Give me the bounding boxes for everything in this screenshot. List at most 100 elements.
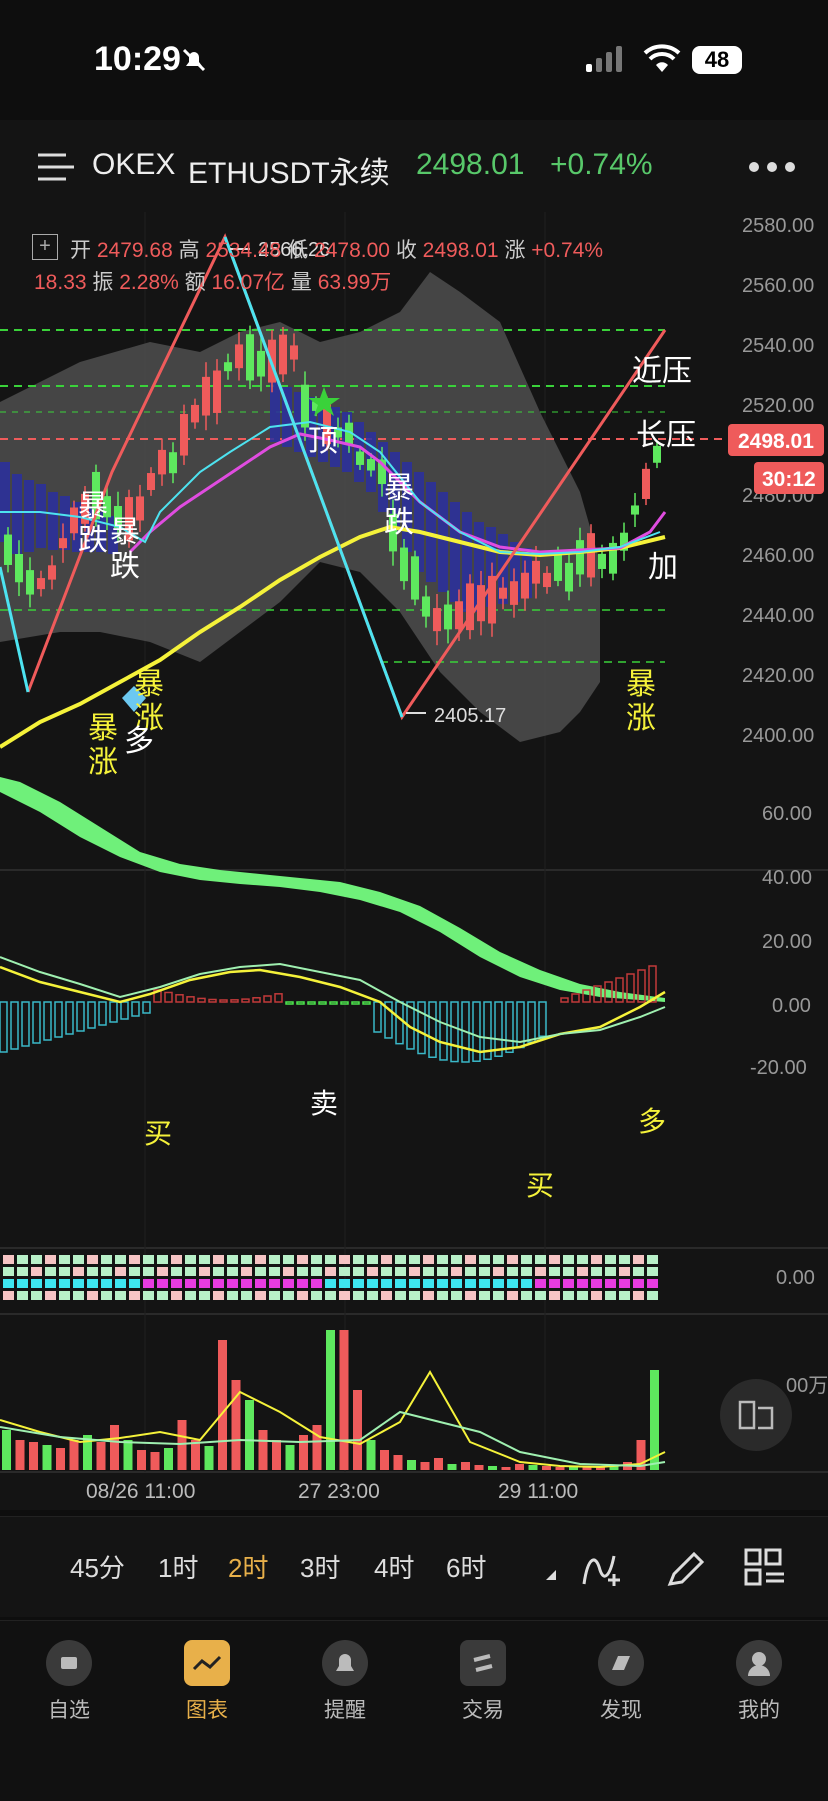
timeframe-2[interactable]: 2时 bbox=[228, 1548, 268, 1585]
macd-bar bbox=[373, 1001, 382, 1033]
signal-dot bbox=[437, 1291, 448, 1300]
svg-text:08/26 11:00: 08/26 11:00 bbox=[86, 1480, 195, 1503]
trade-icon bbox=[460, 1640, 506, 1686]
signal-dot bbox=[311, 1279, 322, 1288]
oscillator-green-band bbox=[0, 777, 665, 1002]
timeframe-5[interactable]: 6时 bbox=[446, 1548, 486, 1585]
tab-watchlist[interactable]: 自选 bbox=[19, 1640, 119, 1724]
signal-dot bbox=[465, 1291, 476, 1300]
signal-dot bbox=[283, 1291, 294, 1300]
symbol-name[interactable]: ETHUSDT永续 bbox=[188, 148, 390, 192]
candle-body bbox=[499, 587, 507, 599]
volume-bar bbox=[2, 1430, 11, 1470]
annotation-bao-zhang-3: 暴 涨 bbox=[626, 668, 656, 735]
signal-dot bbox=[605, 1255, 616, 1264]
signal-dot bbox=[381, 1267, 392, 1276]
timeframe-0[interactable]: 45分 bbox=[70, 1548, 125, 1585]
candle-body bbox=[631, 505, 639, 515]
signal-dot bbox=[367, 1291, 378, 1300]
macd-bar bbox=[395, 1001, 404, 1045]
volume-bar bbox=[191, 1440, 200, 1470]
macd-bar bbox=[505, 1001, 514, 1054]
volume-bar bbox=[366, 1440, 376, 1470]
volume-bar bbox=[96, 1442, 106, 1470]
low-mark-label: 2405.17 bbox=[434, 705, 506, 727]
macd-bar bbox=[175, 994, 184, 1003]
signal-dot bbox=[591, 1291, 602, 1300]
signal-dot bbox=[45, 1279, 56, 1288]
signal-dot bbox=[339, 1279, 350, 1288]
macd-bar bbox=[494, 1001, 503, 1058]
signal-dot bbox=[437, 1279, 448, 1288]
timeframe-3[interactable]: 3时 bbox=[300, 1548, 340, 1585]
price-chart[interactable]: 2566.26 2405.17 2580.00 2560.00 2540.00 … bbox=[0, 212, 828, 1510]
macd-bar bbox=[87, 1001, 96, 1029]
signal-dot bbox=[171, 1279, 182, 1288]
tab-trade[interactable]: 交易 bbox=[433, 1640, 533, 1724]
signal-dot bbox=[213, 1255, 224, 1264]
signal-dot bbox=[605, 1279, 616, 1288]
signal-dot bbox=[87, 1291, 98, 1300]
signal-dot bbox=[507, 1279, 518, 1288]
signal-dot bbox=[367, 1279, 378, 1288]
expand-triangle-icon[interactable] bbox=[544, 1568, 558, 1582]
volume-bar bbox=[353, 1390, 362, 1470]
draw-line-icon[interactable] bbox=[580, 1546, 624, 1590]
macd-bar bbox=[98, 1001, 107, 1026]
timeframe-4[interactable]: 4时 bbox=[374, 1548, 414, 1585]
macd-bar bbox=[120, 1001, 129, 1020]
signal-dot bbox=[619, 1291, 630, 1300]
signal-dot bbox=[185, 1279, 196, 1288]
macd-bar bbox=[296, 1001, 305, 1005]
add-indicator-icon[interactable]: + bbox=[32, 234, 58, 260]
signal-dot bbox=[115, 1279, 126, 1288]
signal-dot bbox=[493, 1267, 504, 1276]
grid-layout-icon[interactable] bbox=[744, 1548, 788, 1588]
oscillator-axis: 60.00 40.00 20.00 0.00 -20.00 bbox=[750, 803, 812, 1079]
volume-bar bbox=[407, 1460, 416, 1470]
volume-bar bbox=[150, 1452, 160, 1470]
signal-dot bbox=[535, 1267, 546, 1276]
signal-dot bbox=[577, 1291, 588, 1300]
annotation-bao-die-2: 暴 跌 bbox=[110, 516, 140, 583]
menu-icon[interactable] bbox=[38, 152, 76, 182]
volume-bar bbox=[312, 1425, 322, 1470]
signal-dot bbox=[45, 1255, 56, 1264]
candle-body bbox=[48, 565, 56, 580]
annotation-jin-ya: 近压 bbox=[632, 355, 692, 388]
volume-bar bbox=[56, 1448, 65, 1470]
more-icon[interactable] bbox=[748, 160, 796, 174]
tab-profile[interactable]: 我的 bbox=[709, 1640, 809, 1724]
signal-dot bbox=[451, 1255, 462, 1264]
signal-dot bbox=[101, 1255, 112, 1264]
macd-bar bbox=[450, 1001, 459, 1063]
tab-discover[interactable]: 发现 bbox=[571, 1640, 671, 1724]
macd-bar bbox=[329, 1001, 338, 1005]
candle-body bbox=[279, 334, 287, 375]
signal-dot bbox=[269, 1255, 280, 1264]
signal-dot bbox=[353, 1279, 364, 1288]
volume-bar bbox=[326, 1330, 335, 1470]
signal-dot bbox=[577, 1279, 588, 1288]
signal-dot bbox=[3, 1255, 14, 1264]
pencil-icon[interactable] bbox=[664, 1546, 708, 1590]
signal-dot bbox=[339, 1267, 350, 1276]
macd-bar bbox=[274, 993, 283, 1003]
volume-bar bbox=[555, 1467, 565, 1470]
signal-dot bbox=[381, 1255, 392, 1264]
volume-bar bbox=[15, 1440, 25, 1470]
timeframe-1[interactable]: 1时 bbox=[158, 1548, 198, 1585]
signal-dot bbox=[227, 1279, 238, 1288]
signal-dot bbox=[199, 1291, 210, 1300]
signal-dot bbox=[31, 1291, 42, 1300]
tab-chart[interactable]: 图表 bbox=[157, 1640, 257, 1724]
signal-dot bbox=[31, 1267, 42, 1276]
signal-dot bbox=[171, 1267, 182, 1276]
tab-alerts[interactable]: 提醒 bbox=[295, 1640, 395, 1724]
signal-icon bbox=[586, 46, 622, 72]
exchange-name[interactable]: OKEX bbox=[92, 148, 175, 182]
signal-dot bbox=[157, 1279, 168, 1288]
candle-body bbox=[15, 554, 23, 583]
candle-body bbox=[4, 534, 12, 565]
signal-dot bbox=[283, 1279, 294, 1288]
